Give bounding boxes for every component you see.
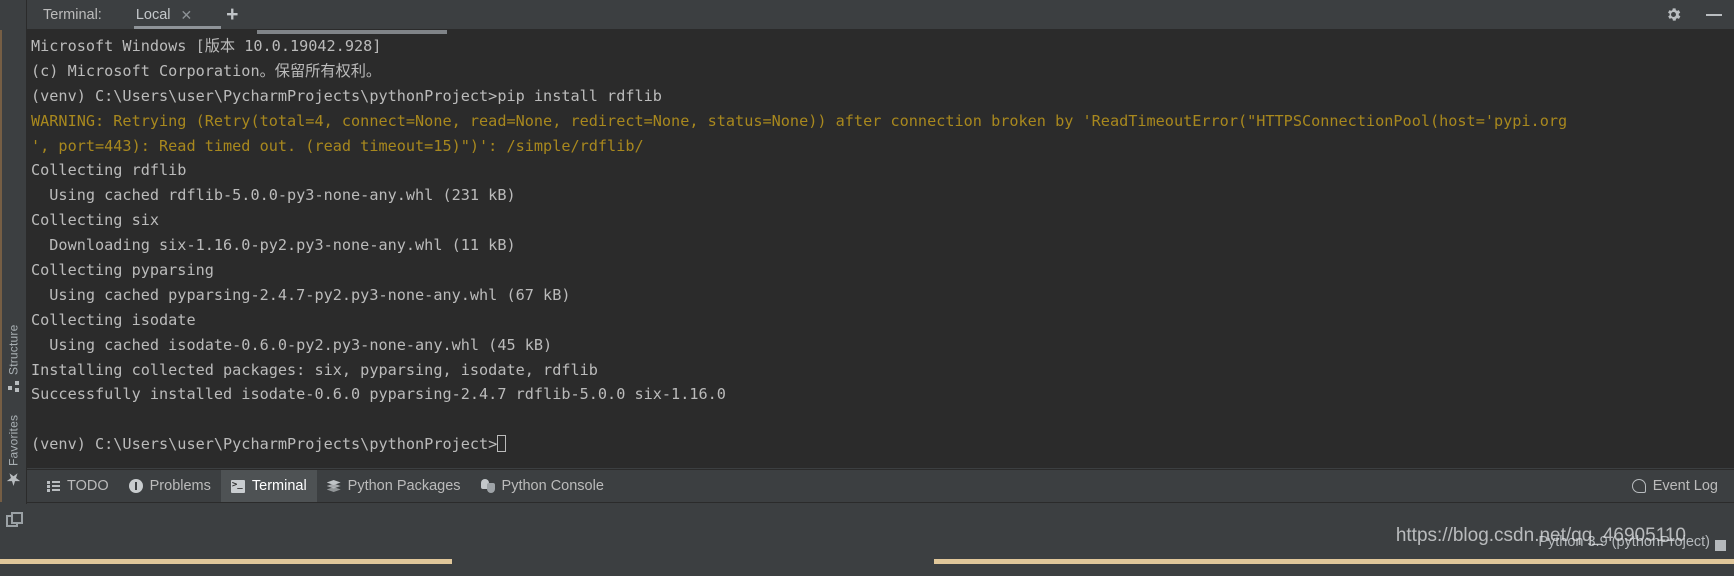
pycharm-ide-window: Structure Favorites Terminal: Local ✕ + (0, 0, 1734, 576)
hide-tool-windows-status-icon[interactable] (6, 512, 24, 528)
page-bottom-strip (0, 552, 1734, 564)
tool-button-label: Python Console (501, 478, 604, 494)
terminal-header: Terminal: Local ✕ + (27, 0, 1734, 30)
sidebar-item-favorites[interactable]: Favorites (0, 386, 27, 486)
terminal-output-panel[interactable]: Microsoft Windows [版本 10.0.19042.928] (c)… (27, 30, 1734, 468)
status-indicator-square (1715, 540, 1726, 551)
python-console-icon (480, 479, 495, 493)
tool-button-label: TODO (67, 478, 109, 494)
plus-icon[interactable]: + (222, 4, 242, 25)
minimize-icon[interactable] (1706, 13, 1722, 16)
terminal-title: Terminal: (43, 6, 102, 23)
left-tool-strip: Structure Favorites (0, 0, 27, 532)
star-icon (7, 472, 21, 486)
tool-button-python-console[interactable]: Python Console (471, 470, 614, 502)
gear-icon[interactable] (1665, 6, 1682, 23)
bottom-accent-right (934, 559, 1734, 564)
problems-icon (128, 479, 143, 493)
terminal-header-actions (1665, 6, 1734, 23)
terminal-line: (venv) C:\Users\user\PycharmProjects\pyt… (31, 432, 1567, 457)
tool-button-label: Terminal (251, 478, 307, 494)
terminal-line: (c) Microsoft Corporation。保留所有权利。 (31, 61, 382, 80)
event-log-button[interactable]: Event Log (1631, 478, 1734, 494)
terminal-text: Microsoft Windows [版本 10.0.19042.928] (c)… (31, 34, 1567, 457)
terminal-cursor (497, 435, 507, 453)
sidebar-item-label: Favorites (6, 414, 21, 466)
sidebar-item-structure[interactable]: Structure (0, 296, 27, 392)
terminal-line: (venv) C:\Users\user\PycharmProjects\pyt… (31, 86, 662, 105)
tool-button-label: Problems (149, 478, 211, 494)
sidebar-item-label: Structure (6, 324, 21, 376)
terminal-icon (230, 479, 245, 493)
todo-icon (47, 480, 60, 492)
tool-window-bar: TODO Problems Terminal Python Packages P… (27, 469, 1734, 503)
terminal-line: Collecting rdflib (31, 161, 187, 180)
tool-button-terminal[interactable]: Terminal (220, 470, 317, 502)
bottom-accent-left (0, 559, 452, 564)
status-bar: Python 3.9 (pythonProject) https://blog.… (0, 504, 1734, 564)
close-icon[interactable]: ✕ (181, 8, 193, 22)
terminal-line: Successfully installed isodate-0.6.0 pyp… (31, 385, 726, 404)
tool-button-python-packages[interactable]: Python Packages (317, 470, 471, 502)
terminal-line: Collecting six (31, 211, 160, 230)
terminal-line: Using cached pyparsing-2.4.7-py2.py3-non… (31, 285, 571, 304)
event-log-label: Event Log (1652, 478, 1718, 494)
terminal-left-gutter (27, 30, 30, 468)
event-log-icon (1631, 479, 1646, 493)
terminal-tab-local[interactable]: Local ✕ (132, 0, 221, 30)
watermark-text: https://blog.csdn.net/qq_46905110 (1395, 525, 1686, 546)
terminal-line: Using cached isodate-0.6.0-py2.py3-none-… (31, 335, 553, 354)
bottom-accent-gap (452, 559, 934, 564)
terminal-tab-label: Local (135, 6, 171, 23)
tool-button-label: Python Packages (347, 478, 461, 494)
terminal-line: Collecting isodate (31, 310, 196, 329)
tab-active-underline (133, 25, 221, 29)
terminal-line: Microsoft Windows [版本 10.0.19042.928] (31, 37, 382, 55)
terminal-line: WARNING: Retrying (Retry(total=4, connec… (31, 111, 1568, 130)
tool-button-problems[interactable]: Problems (119, 470, 221, 502)
tool-button-todo[interactable]: TODO (37, 470, 119, 502)
terminal-line: Installing collected packages: six, pypa… (31, 360, 598, 379)
terminal-line: ', port=443): Read timed out. (read time… (31, 136, 644, 155)
terminal-line: Using cached rdflib-5.0.0-py3-none-any.w… (31, 186, 516, 205)
terminal-line: Downloading six-1.16.0-py2.py3-none-any.… (31, 236, 516, 255)
packages-icon (326, 480, 341, 492)
terminal-line: Collecting pyparsing (31, 261, 214, 280)
